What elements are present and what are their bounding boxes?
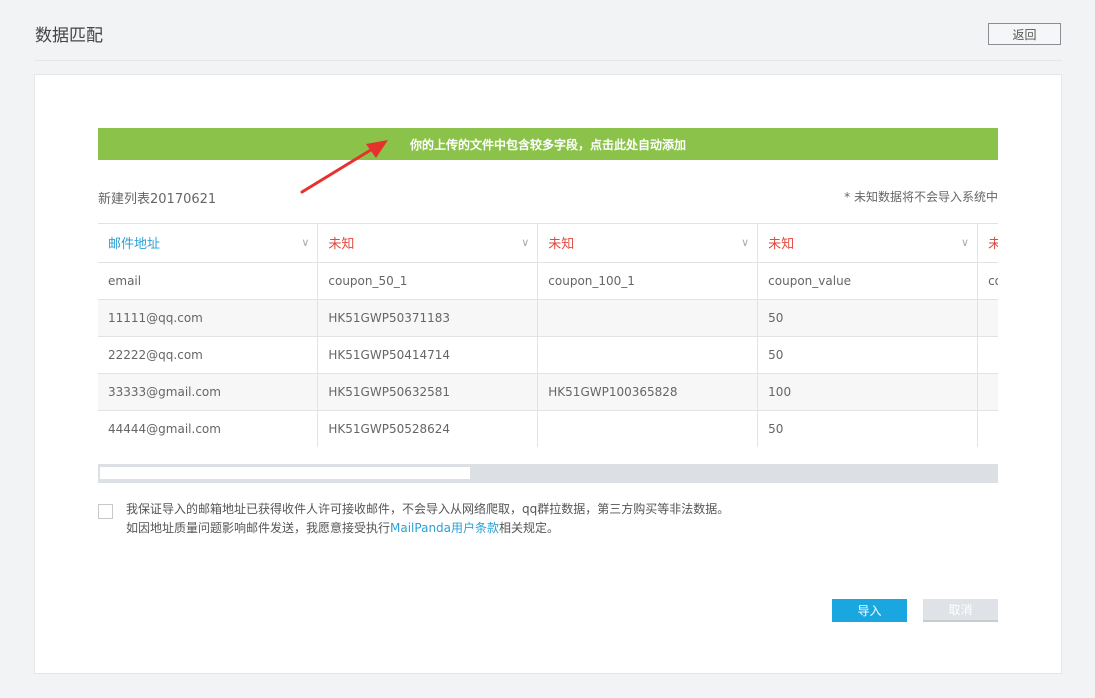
agreement-checkbox[interactable]	[98, 504, 113, 519]
table-cell	[977, 336, 998, 374]
agreement-line-2-suffix: 相关规定。	[499, 521, 560, 535]
back-button[interactable]: 返回	[988, 23, 1061, 45]
cancel-button[interactable]: 取消	[923, 599, 998, 622]
scrollbar-thumb[interactable]	[100, 467, 470, 479]
table-cell: 50	[757, 299, 979, 337]
agreement-line-2-prefix: 如因地址质量问题影响邮件发送，我愿意接受执行	[126, 521, 391, 535]
table-cell	[977, 373, 998, 411]
source-field-name: coupon_50_2	[977, 262, 998, 300]
table-row: 33333@gmail.com HK51GWP50632581 HK51GWP100…	[98, 373, 998, 411]
table-cell	[537, 299, 759, 337]
table-cell: 11111@qq.com	[98, 299, 319, 337]
source-field-name: coupon_100_1	[537, 262, 759, 300]
mapping-table: 邮件地址∨未知∨未知∨未知∨未知∨emailcoupon_50_1coupon_…	[98, 223, 998, 447]
source-field-name: coupon_50_1	[317, 262, 539, 300]
field-mapping-select[interactable]: 未知 ∨	[317, 224, 539, 263]
mapping-header-row: 邮件地址 ∨ 未知 ∨ 未知 ∨ 未知 ∨ 未知 ∨	[98, 224, 998, 263]
mapping-label: 未知	[768, 237, 795, 253]
table-cell: 22222@qq.com	[98, 336, 319, 374]
table-cell	[977, 410, 998, 447]
field-mapping-select[interactable]: 未知 ∨	[757, 224, 979, 263]
table-row: 44444@gmail.com HK51GWP50528624 50	[98, 410, 998, 447]
mapping-label: 邮件地址	[108, 237, 161, 253]
terms-link[interactable]: MailPanda用户条款	[390, 521, 499, 535]
table-cell: HK51GWP50371183	[317, 299, 539, 337]
header-divider	[35, 60, 1062, 61]
mapping-label: 未知	[328, 237, 355, 253]
table-cell: HK51GWP50632581	[317, 373, 539, 411]
field-mapping-select[interactable]: 未知∨	[977, 224, 998, 263]
source-field-name: email	[98, 262, 319, 300]
table-cell: HK51GWP50528624	[317, 410, 539, 447]
import-button[interactable]: 导入	[832, 599, 907, 622]
chevron-down-icon: ∨	[961, 236, 970, 249]
mapping-label: 未知	[988, 237, 998, 252]
source-field-name: coupon_value	[757, 262, 979, 300]
list-name: 新建列表20170621	[98, 192, 217, 207]
horizontal-scrollbar[interactable]	[98, 464, 998, 483]
table-cell: 50	[757, 410, 979, 447]
table-row: 22222@qq.com HK51GWP50414714 50	[98, 336, 998, 374]
agreement-line-2: 如因地址质量问题影响邮件发送，我愿意接受执行MailPanda用户条款相关规定。	[126, 519, 729, 538]
table-cell: HK51GWP100365828	[537, 373, 759, 411]
table-cell	[977, 299, 998, 337]
table-cell: 50	[757, 336, 979, 374]
field-mapping-select[interactable]: 邮件地址 ∨	[98, 224, 319, 263]
page-title: 数据匹配	[35, 26, 103, 46]
table-cell: 100	[757, 373, 979, 411]
source-field-row: email coupon_50_1 coupon_100_1 coupon_value…	[98, 262, 998, 300]
chevron-down-icon: ∨	[521, 236, 530, 249]
table-cell	[537, 336, 759, 374]
chevron-down-icon: ∨	[301, 236, 310, 249]
unknown-data-note: * 未知数据将不会导入系统中	[844, 190, 998, 204]
mapping-label: 未知	[548, 237, 575, 253]
table-cell: 44444@gmail.com	[98, 410, 319, 447]
red-arrow-annotation	[300, 140, 388, 194]
table-row: 11111@qq.com HK51GWP50371183 50	[98, 299, 998, 337]
table-cell: HK51GWP50414714	[317, 336, 539, 374]
chevron-down-icon: ∨	[741, 236, 750, 249]
table-cell	[537, 410, 759, 447]
agreement-text: 我保证导入的邮箱地址已获得收件人许可接收邮件，不会导入从网络爬取，qq群拉数据，…	[126, 500, 729, 538]
auto-add-fields-banner[interactable]: 你的上传的文件中包含较多字段，点击此处自动添加	[98, 128, 998, 160]
field-mapping-select[interactable]: 未知 ∨	[537, 224, 759, 263]
table-cell: 33333@gmail.com	[98, 373, 319, 411]
page-header: 数据匹配 返回	[0, 0, 1095, 62]
agreement-line-1: 我保证导入的邮箱地址已获得收件人许可接收邮件，不会导入从网络爬取，qq群拉数据，…	[126, 502, 730, 516]
